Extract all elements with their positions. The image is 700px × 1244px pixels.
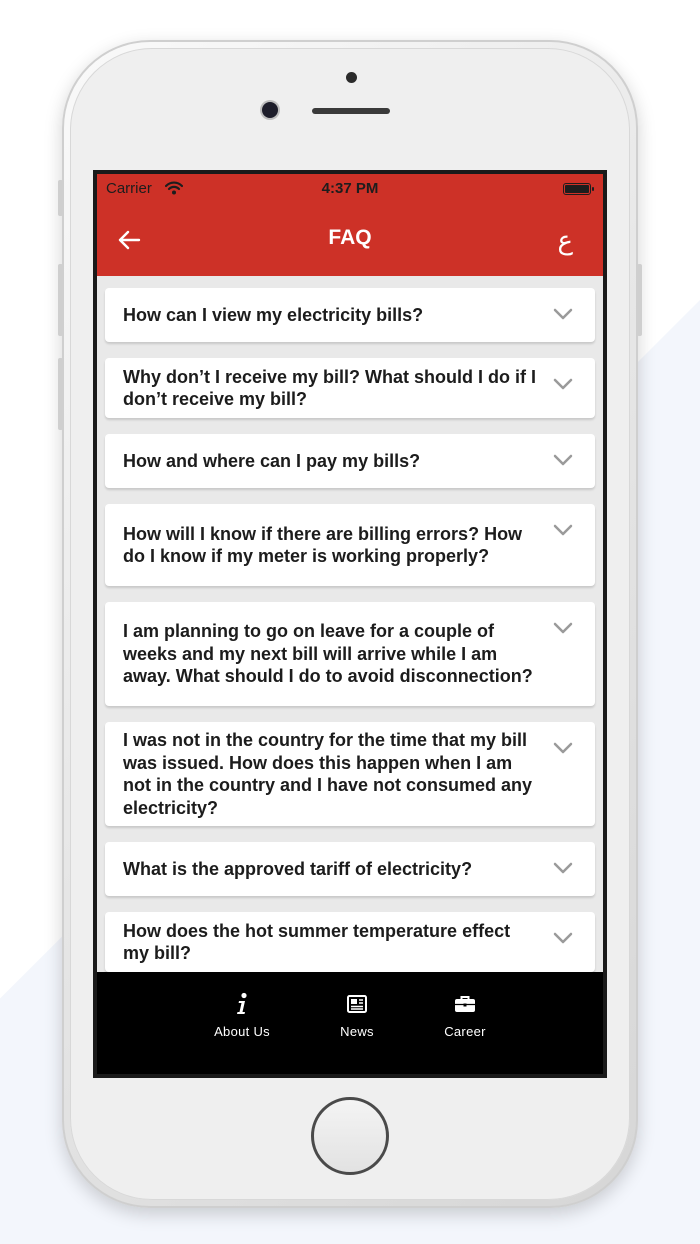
faq-item[interactable]: How can I view my electricity bills? [105, 288, 595, 342]
chevron-down-icon[interactable] [553, 524, 573, 536]
faq-item[interactable]: How does the hot summer temperature effe… [105, 912, 595, 972]
volume-up-button [58, 264, 63, 336]
faq-question: How can I view my electricity bills? [123, 304, 424, 325]
faq-list[interactable]: How can I view my electricity bills? Why… [97, 276, 603, 972]
faq-item[interactable]: How will I know if there are billing err… [105, 504, 595, 586]
volume-down-button [58, 358, 63, 430]
chevron-down-icon[interactable] [553, 932, 573, 944]
faq-item[interactable]: What is the approved tariff of electrici… [105, 842, 595, 896]
faq-item[interactable]: I am planning to go on leave for a coupl… [105, 602, 595, 706]
chevron-down-icon[interactable] [553, 378, 573, 390]
faq-question: Why don’t I receive my bill? What should… [123, 366, 537, 410]
newspaper-icon [347, 995, 367, 1013]
sensor-dot [346, 72, 357, 83]
front-camera [262, 102, 278, 118]
language-toggle-button[interactable]: ع [557, 226, 573, 256]
nav-item-about-us[interactable]: About Us [202, 992, 282, 1039]
status-time: 4:37 PM [321, 180, 379, 197]
info-icon [237, 992, 247, 1014]
faq-question: I was not in the country for the time th… [123, 730, 533, 818]
chevron-down-icon[interactable] [553, 742, 573, 754]
chevron-down-icon[interactable] [553, 862, 573, 874]
mute-switch [58, 180, 63, 216]
nav-item-news[interactable]: News [317, 992, 397, 1039]
page-title: FAQ [328, 226, 372, 249]
app-header: Carrier 4:37 PM FAQ ع [97, 174, 603, 276]
faq-item[interactable]: I was not in the country for the time th… [105, 722, 595, 826]
bottom-navigation: About Us News Career [97, 972, 603, 1074]
faq-item[interactable]: Why don’t I receive my bill? What should… [105, 358, 595, 418]
home-button[interactable] [311, 1097, 389, 1175]
chevron-down-icon[interactable] [553, 454, 573, 466]
nav-label: Career [444, 1024, 486, 1039]
chevron-down-icon[interactable] [553, 622, 573, 634]
status-bar: Carrier 4:37 PM [97, 174, 603, 206]
nav-label: About Us [214, 1024, 270, 1039]
faq-item[interactable]: How and where can I pay my bills? [105, 434, 595, 488]
faq-question: What is the approved tariff of electrici… [123, 858, 473, 879]
briefcase-icon [455, 996, 475, 1012]
phone-screen: Carrier 4:37 PM FAQ ع How can I view my … [93, 170, 607, 1078]
faq-question: How will I know if there are billing err… [123, 523, 523, 567]
chevron-down-icon[interactable] [553, 308, 573, 320]
power-button [637, 264, 642, 336]
nav-item-career[interactable]: Career [425, 992, 505, 1039]
faq-question: How and where can I pay my bills? [123, 450, 421, 471]
nav-label: News [340, 1024, 374, 1039]
earpiece-speaker [312, 108, 390, 114]
faq-question: How does the hot summer temperature effe… [123, 920, 511, 964]
battery-icon [563, 183, 594, 195]
faq-question: I am planning to go on leave for a coupl… [123, 621, 533, 687]
